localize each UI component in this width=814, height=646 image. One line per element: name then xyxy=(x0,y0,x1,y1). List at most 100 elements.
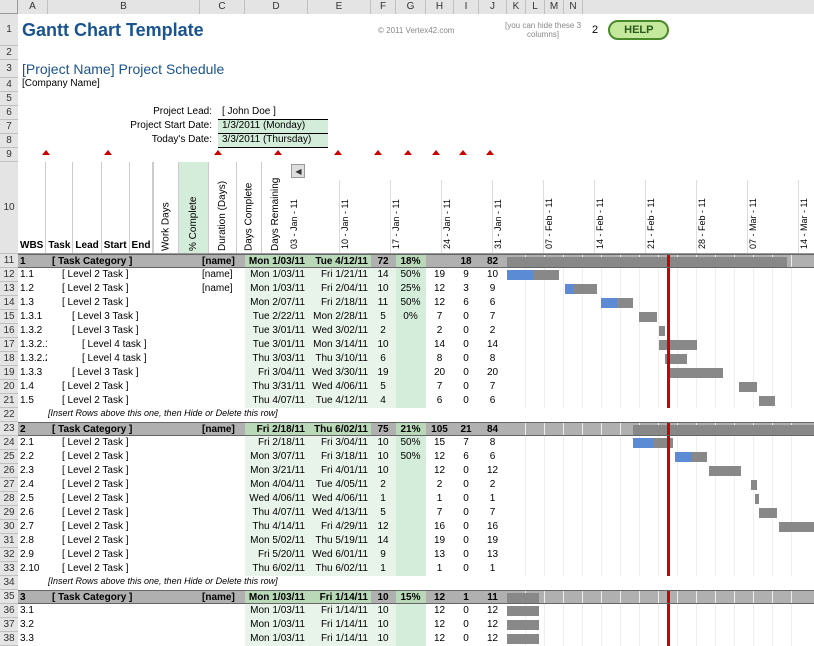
task-row[interactable]: 1.3.2[ Level 3 Task ]Tue 3/01/11Wed 3/02… xyxy=(18,324,814,338)
row-header-29[interactable]: 29 xyxy=(0,506,18,520)
row-header-31[interactable]: 31 xyxy=(0,534,18,548)
header-start[interactable]: Start xyxy=(102,162,130,253)
task-row[interactable]: 2.5[ Level 2 Task ]Wed 4/06/11Wed 4/06/1… xyxy=(18,492,814,506)
row-header-17[interactable]: 17 xyxy=(0,338,18,352)
row-header-9[interactable]: 9 xyxy=(0,148,18,162)
column-header-F[interactable]: F xyxy=(371,0,396,14)
column-header-L[interactable]: L xyxy=(526,0,545,14)
row-header-16[interactable]: 16 xyxy=(0,324,18,338)
column-header-C[interactable]: C xyxy=(200,0,245,14)
row-header-3[interactable]: 3 xyxy=(0,60,18,78)
row-header-5[interactable]: 5 xyxy=(0,92,18,106)
row-header-37[interactable]: 37 xyxy=(0,618,18,632)
row-header-7[interactable]: 7 xyxy=(0,120,18,134)
header-lead[interactable]: Lead xyxy=(73,162,101,253)
row-header-14[interactable]: 14 xyxy=(0,296,18,310)
row-header-26[interactable]: 26 xyxy=(0,464,18,478)
insert-row-hint[interactable]: [Insert Rows above this one, then Hide o… xyxy=(18,576,814,590)
task-row[interactable]: 1.3.2.1[ Level 4 task ]Tue 3/01/11Mon 3/… xyxy=(18,338,814,352)
task-row[interactable]: 1.2[ Level 2 Task ][name]Mon 1/03/11Fri … xyxy=(18,282,814,296)
row-header-24[interactable]: 24 xyxy=(0,436,18,450)
column-header-H[interactable]: H xyxy=(426,0,454,14)
row-header-30[interactable]: 30 xyxy=(0,520,18,534)
header-wbs[interactable]: WBS xyxy=(18,162,46,253)
column-header-K[interactable]: K xyxy=(507,0,526,14)
table-header-row: WBS Task Lead Start End Work Days % Comp… xyxy=(18,162,814,254)
task-row[interactable]: 2.8[ Level 2 Task ]Mon 5/02/11Thu 5/19/1… xyxy=(18,534,814,548)
task-category-row[interactable]: 2[ Task Category ][name]Fri 2/18/11Thu 6… xyxy=(18,422,814,436)
task-row[interactable]: 3.3Mon 1/03/11Fri 1/14/111012012 xyxy=(18,632,814,646)
row-header-4[interactable]: 4 xyxy=(0,78,18,92)
column-header-A[interactable]: A xyxy=(18,0,48,14)
task-row[interactable]: 1.3.2.2[ Level 4 task ]Thu 3/03/11Thu 3/… xyxy=(18,352,814,366)
row-header-21[interactable]: 21 xyxy=(0,394,18,408)
task-row[interactable]: 2.1[ Level 2 Task ]Fri 2/18/11Fri 3/04/1… xyxy=(18,436,814,450)
row-header-22[interactable]: 22 xyxy=(0,408,18,422)
row-header-10[interactable]: 10 xyxy=(0,162,18,254)
row-header-38[interactable]: 38 xyxy=(0,632,18,646)
column-header-B[interactable]: B xyxy=(48,0,200,14)
select-all-corner[interactable] xyxy=(0,0,18,14)
spreadsheet-grid: Gantt Chart Template © 2011 Vertex42.com… xyxy=(18,14,814,636)
insert-row-hint[interactable]: [Insert Rows above this one, then Hide o… xyxy=(18,408,814,422)
today-date-value[interactable]: 3/3/2011 (Thursday) xyxy=(218,134,328,148)
row-header-13[interactable]: 13 xyxy=(0,282,18,296)
row-header-12[interactable]: 12 xyxy=(0,268,18,282)
task-row[interactable]: 1.3.1[ Level 3 Task ]Tue 2/22/11Mon 2/28… xyxy=(18,310,814,324)
task-row[interactable]: 1.1[ Level 2 Task ][name]Mon 1/03/11Fri … xyxy=(18,268,814,282)
header-days-complete[interactable]: Days Complete xyxy=(236,162,261,253)
task-row[interactable]: 3.1Mon 1/03/11Fri 1/14/111012012 xyxy=(18,604,814,618)
row-header-33[interactable]: 33 xyxy=(0,562,18,576)
header-days-remaining[interactable]: Days Remaining xyxy=(261,162,289,253)
row-header-32[interactable]: 32 xyxy=(0,548,18,562)
row-header-27[interactable]: 27 xyxy=(0,478,18,492)
task-row[interactable]: 2.6[ Level 2 Task ]Thu 4/07/11Wed 4/13/1… xyxy=(18,506,814,520)
row-header-11[interactable]: 11 xyxy=(0,254,18,268)
task-category-row[interactable]: 1[ Task Category ][name]Mon 1/03/11Tue 4… xyxy=(18,254,814,268)
row-header-19[interactable]: 19 xyxy=(0,366,18,380)
header-duration[interactable]: Duration (Days) xyxy=(208,162,236,253)
column-header-I[interactable]: I xyxy=(454,0,479,14)
task-row[interactable]: 2.7[ Level 2 Task ]Thu 4/14/11Fri 4/29/1… xyxy=(18,520,814,534)
task-category-row[interactable]: 3[ Task Category ][name]Mon 1/03/11Fri 1… xyxy=(18,590,814,604)
row-header-18[interactable]: 18 xyxy=(0,352,18,366)
task-row[interactable]: 2.3[ Level 2 Task ]Mon 3/21/11Fri 4/01/1… xyxy=(18,464,814,478)
row-header-23[interactable]: 23 xyxy=(0,422,18,436)
task-row[interactable]: 1.3[ Level 2 Task ]Mon 2/07/11Fri 2/18/1… xyxy=(18,296,814,310)
column-header-J[interactable]: J xyxy=(479,0,507,14)
row-header-36[interactable]: 36 xyxy=(0,604,18,618)
row-header-25[interactable]: 25 xyxy=(0,450,18,464)
task-row[interactable]: 1.3.3[ Level 3 Task ]Fri 3/04/11Wed 3/30… xyxy=(18,366,814,380)
company-name[interactable]: [Company Name] xyxy=(18,78,814,92)
row-header-2[interactable]: 2 xyxy=(0,46,18,60)
task-row[interactable]: 2.4[ Level 2 Task ]Mon 4/04/11Tue 4/05/1… xyxy=(18,478,814,492)
row-header-34[interactable]: 34 xyxy=(0,576,18,590)
row-header-6[interactable]: 6 xyxy=(0,106,18,120)
column-header-G[interactable]: G xyxy=(396,0,426,14)
row-header-28[interactable]: 28 xyxy=(0,492,18,506)
row-header-20[interactable]: 20 xyxy=(0,380,18,394)
column-header-M[interactable]: M xyxy=(545,0,564,14)
row-header-8[interactable]: 8 xyxy=(0,134,18,148)
header-end[interactable]: End xyxy=(130,162,154,253)
column-header-N[interactable]: N xyxy=(564,0,583,14)
task-row[interactable]: 2.10[ Level 2 Task ]Thu 6/02/11Thu 6/02/… xyxy=(18,562,814,576)
task-row[interactable]: 2.9[ Level 2 Task ]Fri 5/20/11Wed 6/01/1… xyxy=(18,548,814,562)
header-work-days[interactable]: Work Days xyxy=(153,162,178,253)
row-header-1[interactable]: 1 xyxy=(0,14,18,46)
help-button[interactable]: HELP xyxy=(608,20,669,40)
header-pct-complete[interactable]: % Complete xyxy=(178,162,208,253)
row-header-15[interactable]: 15 xyxy=(0,310,18,324)
project-title[interactable]: [Project Name] Project Schedule xyxy=(18,61,224,77)
project-lead-value[interactable]: [ John Doe ] xyxy=(218,106,328,120)
task-row[interactable]: 3.2Mon 1/03/11Fri 1/14/111012012 xyxy=(18,618,814,632)
task-row[interactable]: 1.5[ Level 2 Task ]Thu 4/07/11Tue 4/12/1… xyxy=(18,394,814,408)
project-start-value[interactable]: 1/3/2011 (Monday) xyxy=(218,120,328,134)
task-row[interactable]: 1.4[ Level 2 Task ]Thu 3/31/11Wed 4/06/1… xyxy=(18,380,814,394)
task-row[interactable]: 2.2[ Level 2 Task ]Mon 3/07/11Fri 3/18/1… xyxy=(18,450,814,464)
column-header-E[interactable]: E xyxy=(308,0,371,14)
column-header-D[interactable]: D xyxy=(245,0,308,14)
row-header-35[interactable]: 35 xyxy=(0,590,18,604)
scroll-left-button[interactable]: ◀ xyxy=(291,164,305,178)
header-task[interactable]: Task xyxy=(46,162,73,253)
